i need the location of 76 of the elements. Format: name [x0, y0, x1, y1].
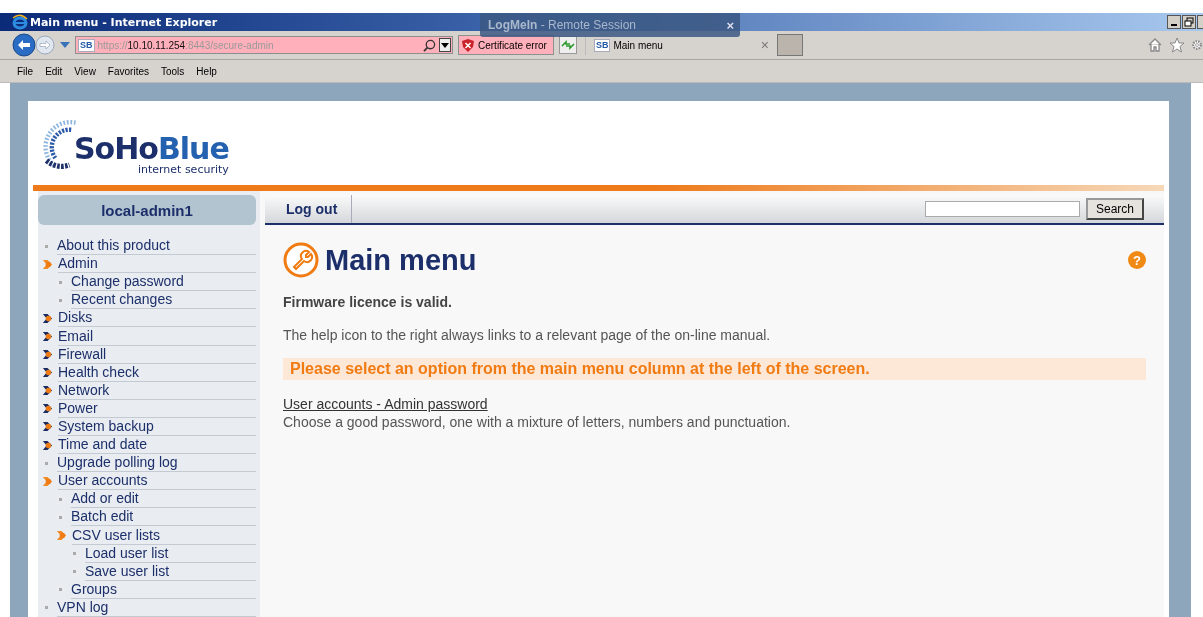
sidebar-link[interactable]: Groups [71, 580, 256, 599]
help-text: The help icon to the right always links to a relevant page of the on-line manual. [283, 327, 772, 343]
bullet-icon [45, 606, 48, 610]
bullet-icon [59, 588, 62, 592]
caret-icon [441, 42, 449, 48]
minimize-icon [1171, 23, 1177, 26]
bullet-icon [45, 244, 48, 248]
sidebar-link[interactable]: Admin [58, 255, 256, 274]
restore-button[interactable] [1182, 15, 1196, 29]
menu-item[interactable]: File [17, 65, 34, 77]
certificate-error-button[interactable]: Certificate error [458, 35, 554, 55]
browser-logo-icon [12, 14, 28, 30]
sidebar-link[interactable]: Time and date [58, 436, 256, 455]
search-button[interactable]: Search [1085, 198, 1144, 220]
bullet-icon [59, 515, 62, 519]
tab-label: Main menu [613, 39, 664, 51]
bullet-icon [73, 552, 76, 556]
sidebar-link[interactable]: Firewall [58, 345, 256, 364]
search-icon[interactable] [423, 38, 436, 52]
window-title: Main menu - Internet Explorer [30, 15, 218, 29]
menu-item[interactable]: Favorites [107, 65, 149, 77]
user-header: local-admin1 [38, 195, 256, 225]
site-icon: SB [78, 38, 95, 52]
sidebar-link[interactable]: Change password [71, 273, 256, 292]
arrows-icon [559, 39, 576, 51]
sidebar-link[interactable]: Batch edit [71, 508, 256, 527]
sidebar-link[interactable]: CSV user lists [72, 526, 256, 545]
sidebar-link[interactable]: Network [58, 381, 256, 400]
menu-item[interactable]: View [74, 65, 96, 77]
url-text: https://10.10.11.254:8443/secure-admin [97, 39, 275, 51]
wrench-icon [283, 242, 319, 278]
remote-session-label: LogMeIn - Remote Session [488, 18, 637, 32]
sidebar-link[interactable]: VPN log [57, 598, 256, 617]
dropdown-arrow-icon[interactable] [60, 42, 70, 48]
settings-icon[interactable] [1191, 37, 1203, 53]
new-tab-button[interactable] [776, 34, 803, 56]
sidebar-link[interactable]: User accounts [58, 472, 256, 491]
close-button[interactable]: × [726, 17, 734, 33]
restore-icon [1184, 17, 1194, 27]
bullet-icon [73, 570, 76, 574]
menu-item[interactable]: Tools [161, 65, 185, 77]
sidebar-link[interactable]: Disks [58, 309, 256, 328]
logo-tagline: internet security [137, 163, 229, 176]
shield-error-icon [462, 38, 474, 52]
admin-password-link[interactable]: User accounts - Admin password [283, 396, 488, 412]
favorites-star-icon[interactable] [1169, 37, 1185, 53]
bullet-icon [59, 280, 62, 284]
sidebar-link[interactable]: System backup [58, 418, 256, 436]
minimize-button[interactable] [1167, 15, 1181, 29]
menu-item[interactable]: Help [196, 65, 217, 77]
sidebar-link[interactable]: Add or edit [71, 490, 256, 509]
log-out-tab[interactable]: Log out [265, 195, 353, 223]
site-icon: SB [593, 38, 611, 52]
logo-text: SoHoBlue [74, 135, 229, 163]
sidebar-link[interactable]: Save user list [85, 562, 256, 581]
address-dropdown-button[interactable] [439, 38, 451, 52]
sidebar-link[interactable]: Health check [58, 363, 256, 382]
sidebar-link[interactable]: About this product [57, 237, 256, 256]
bullet-icon [45, 461, 48, 465]
bullet-icon [59, 497, 62, 501]
page-title: Main menu [325, 243, 477, 277]
sidebar-link[interactable]: Power [58, 399, 256, 418]
sidebar-link[interactable]: Load user list [85, 544, 256, 563]
bullet-icon [59, 298, 62, 302]
sidebar-link[interactable]: Recent changes [71, 291, 256, 310]
search-field[interactable] [924, 201, 1080, 217]
close-button[interactable] [1197, 15, 1203, 29]
sidebar-link[interactable]: Upgrade polling log [57, 454, 256, 473]
address-field[interactable]: SB https://10.10.11.254:8443/secure-admin [75, 36, 453, 54]
licence-status: Firmware licence is valid. [283, 294, 453, 310]
sidebar-link[interactable]: Email [58, 327, 256, 346]
notice-banner: Please select an option from the main menu column at the left of the screen. [283, 358, 1146, 380]
menu-item[interactable]: Edit [45, 65, 63, 77]
home-icon[interactable] [1147, 37, 1163, 53]
back-button[interactable] [12, 33, 36, 57]
link-description: Choose a good password, one with a mixture of letters, numbers and punctuation. [283, 414, 792, 430]
